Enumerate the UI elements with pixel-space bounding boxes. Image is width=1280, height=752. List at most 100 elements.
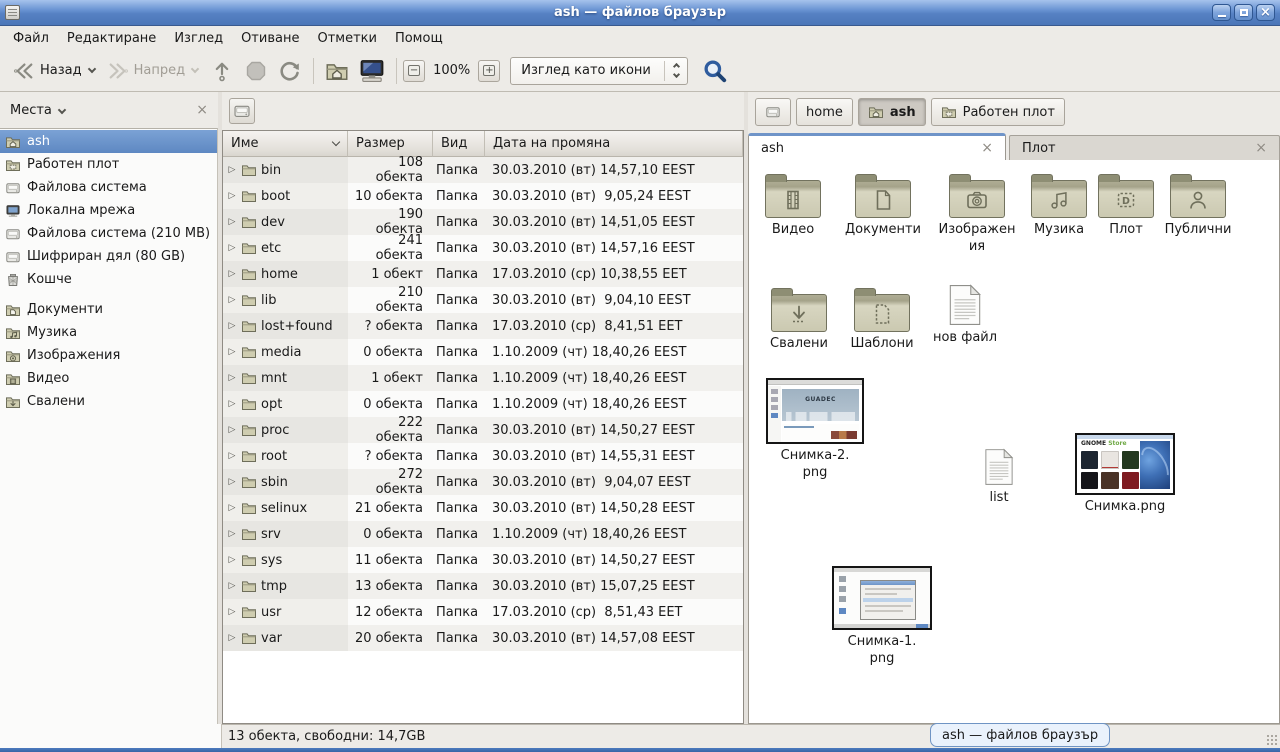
folder-downloads[interactable]: Свалени: [761, 286, 837, 353]
tree-row[interactable]: ▷tmp13 обектаПапка30.03.2010 (вт) 15,07,…: [223, 573, 743, 599]
close-button[interactable]: ×: [1256, 4, 1275, 21]
file-snimka[interactable]: GNOME Store Снимка.png: [1073, 433, 1177, 516]
expander-icon[interactable]: ▷: [227, 295, 237, 305]
file-snimka-1[interactable]: Снимка-1.png: [831, 566, 933, 668]
sidebar-item[interactable]: ash: [0, 130, 217, 153]
tab-ash[interactable]: ash ×: [748, 133, 1006, 160]
breadcrumb-home[interactable]: home: [796, 98, 853, 126]
menu-item[interactable]: Отметки: [308, 28, 385, 49]
sidebar-item[interactable]: Документи: [0, 298, 217, 321]
expander-icon[interactable]: ▷: [227, 217, 237, 227]
folder-public[interactable]: Публични: [1157, 172, 1239, 239]
expander-icon[interactable]: ▷: [227, 607, 237, 617]
menu-item[interactable]: Редактиране: [58, 28, 165, 49]
column-header-type[interactable]: Вид: [433, 131, 485, 157]
sidebar-title-dropdown-icon[interactable]: [58, 105, 66, 113]
tree-row[interactable]: ▷mnt1 обектПапка1.10.2009 (чт) 18,40,26 …: [223, 365, 743, 391]
tree-row[interactable]: ▷srv0 обектаПапка1.10.2009 (чт) 18,40,26…: [223, 521, 743, 547]
menu-item[interactable]: Отиване: [232, 28, 308, 49]
expander-icon[interactable]: ▷: [227, 503, 237, 513]
expander-icon[interactable]: ▷: [227, 373, 237, 383]
expander-icon[interactable]: ▷: [227, 347, 237, 357]
tree-row[interactable]: ▷opt0 обектаПапка1.10.2009 (чт) 18,40,26…: [223, 391, 743, 417]
tree-row[interactable]: ▷selinux21 обектаПапка30.03.2010 (вт) 14…: [223, 495, 743, 521]
expander-icon[interactable]: ▷: [227, 529, 237, 539]
sidebar-item[interactable]: Свалени: [0, 390, 217, 413]
home-button[interactable]: [320, 55, 354, 87]
tree-row[interactable]: ▷root? обектаПапка30.03.2010 (вт) 14,55,…: [223, 443, 743, 469]
sidebar-item[interactable]: Кошче: [0, 268, 217, 291]
folder-desktop[interactable]: Плот: [1092, 172, 1160, 239]
file-snimka-2[interactable]: GUADEC Снимка-2.png: [765, 378, 865, 482]
view-mode-dropdown[interactable]: Изглед като икони: [510, 57, 688, 85]
column-header-size[interactable]: Размер: [348, 131, 433, 157]
zoom-in-button[interactable]: +: [478, 60, 500, 82]
sidebar-item[interactable]: Локална мрежа: [0, 199, 217, 222]
expander-icon[interactable]: ▷: [227, 165, 237, 175]
sidebar-title[interactable]: Места: [10, 103, 52, 118]
expander-icon[interactable]: ▷: [227, 581, 237, 591]
expander-icon[interactable]: ▷: [227, 243, 237, 253]
tree-row[interactable]: ▷media0 обектаПапка1.10.2009 (чт) 18,40,…: [223, 339, 743, 365]
up-button[interactable]: [205, 55, 239, 87]
tab-plot[interactable]: Плот ×: [1009, 135, 1280, 160]
sidebar-item[interactable]: Видео: [0, 367, 217, 390]
expander-icon[interactable]: ▷: [227, 269, 237, 279]
expander-icon[interactable]: ▷: [227, 451, 237, 461]
sidebar-item[interactable]: Работен плот: [0, 153, 217, 176]
tree-root-button[interactable]: [229, 98, 255, 124]
folder-music[interactable]: Музика: [1021, 172, 1097, 239]
folder-documents[interactable]: Документи: [835, 172, 931, 239]
expander-icon[interactable]: ▷: [227, 555, 237, 565]
expander-icon[interactable]: ▷: [227, 399, 237, 409]
expander-icon[interactable]: ▷: [227, 321, 237, 331]
expander-icon[interactable]: ▷: [227, 425, 237, 435]
sidebar-item[interactable]: Музика: [0, 321, 217, 344]
tree-row[interactable]: ▷sys11 обектаПапка30.03.2010 (вт) 14,50,…: [223, 547, 743, 573]
breadcrumb-desktop[interactable]: Работен плот: [931, 98, 1065, 126]
tree-row[interactable]: ▷usr12 обектаПапка17.03.2010 (ср) 8,51,4…: [223, 599, 743, 625]
menu-item[interactable]: Помощ: [386, 28, 452, 49]
column-header-name[interactable]: Име: [223, 131, 348, 157]
tree-row[interactable]: ▷sbin272 обектаПапка30.03.2010 (вт) 9,04…: [223, 469, 743, 495]
folder-video[interactable]: Видео: [755, 172, 831, 239]
tree-row[interactable]: ▷var20 обектаПапка30.03.2010 (вт) 14,57,…: [223, 625, 743, 651]
forward-dropdown-icon[interactable]: [191, 65, 199, 73]
forward-button[interactable]: Напред: [102, 56, 205, 86]
tree-row[interactable]: ▷lost+found? обектаПапка17.03.2010 (ср) …: [223, 313, 743, 339]
tree-row[interactable]: ▷bin108 обектаПапка30.03.2010 (вт) 14,57…: [223, 157, 743, 183]
sidebar-close-icon[interactable]: ×: [196, 103, 208, 117]
maximize-button[interactable]: [1234, 4, 1253, 21]
expander-icon[interactable]: ▷: [227, 633, 237, 643]
resize-grip[interactable]: [1266, 734, 1278, 746]
back-button[interactable]: Назад: [8, 56, 102, 86]
column-header-date[interactable]: Дата на промяна: [485, 131, 743, 157]
tab-close-icon[interactable]: ×: [1255, 141, 1267, 155]
tree-row[interactable]: ▷etc241 обектаПапка30.03.2010 (вт) 14,57…: [223, 235, 743, 261]
sidebar-item[interactable]: Шифриран дял (80 GB): [0, 245, 217, 268]
reload-button[interactable]: [273, 55, 307, 87]
tree-row[interactable]: ▷proc222 обектаПапка30.03.2010 (вт) 14,5…: [223, 417, 743, 443]
sidebar-item[interactable]: Файлова система (210 MB): [0, 222, 217, 245]
file-new-file[interactable]: нов файл: [927, 284, 1003, 347]
breadcrumb-root-button[interactable]: [755, 98, 791, 126]
tree-row[interactable]: ▷lib210 обектаПапка30.03.2010 (вт) 9,04,…: [223, 287, 743, 313]
tree-row[interactable]: ▷boot10 обектаПапка30.03.2010 (вт) 9,05,…: [223, 183, 743, 209]
file-list[interactable]: list: [967, 448, 1031, 507]
title-bar[interactable]: ash — файлов браузър ×: [0, 0, 1280, 26]
expander-icon[interactable]: ▷: [227, 191, 237, 201]
tree-row[interactable]: ▷home1 обектПапка17.03.2010 (ср) 10,38,5…: [223, 261, 743, 287]
tab-close-icon[interactable]: ×: [981, 141, 993, 155]
tree-row[interactable]: ▷dev190 обектаПапка30.03.2010 (вт) 14,51…: [223, 209, 743, 235]
back-dropdown-icon[interactable]: [87, 65, 95, 73]
sidebar-item[interactable]: Файлова система: [0, 176, 217, 199]
search-button[interactable]: [700, 56, 730, 86]
computer-button[interactable]: [354, 54, 390, 88]
folder-pictures[interactable]: Изображения: [935, 172, 1019, 256]
file-icon-view[interactable]: Видео Документи Изображения Музика Плот: [748, 160, 1280, 724]
expander-icon[interactable]: ▷: [227, 477, 237, 487]
breadcrumb-ash[interactable]: ash: [858, 98, 926, 126]
stop-button[interactable]: [239, 55, 273, 87]
folder-templates[interactable]: Шаблони: [841, 286, 923, 353]
zoom-out-button[interactable]: −: [403, 60, 425, 82]
